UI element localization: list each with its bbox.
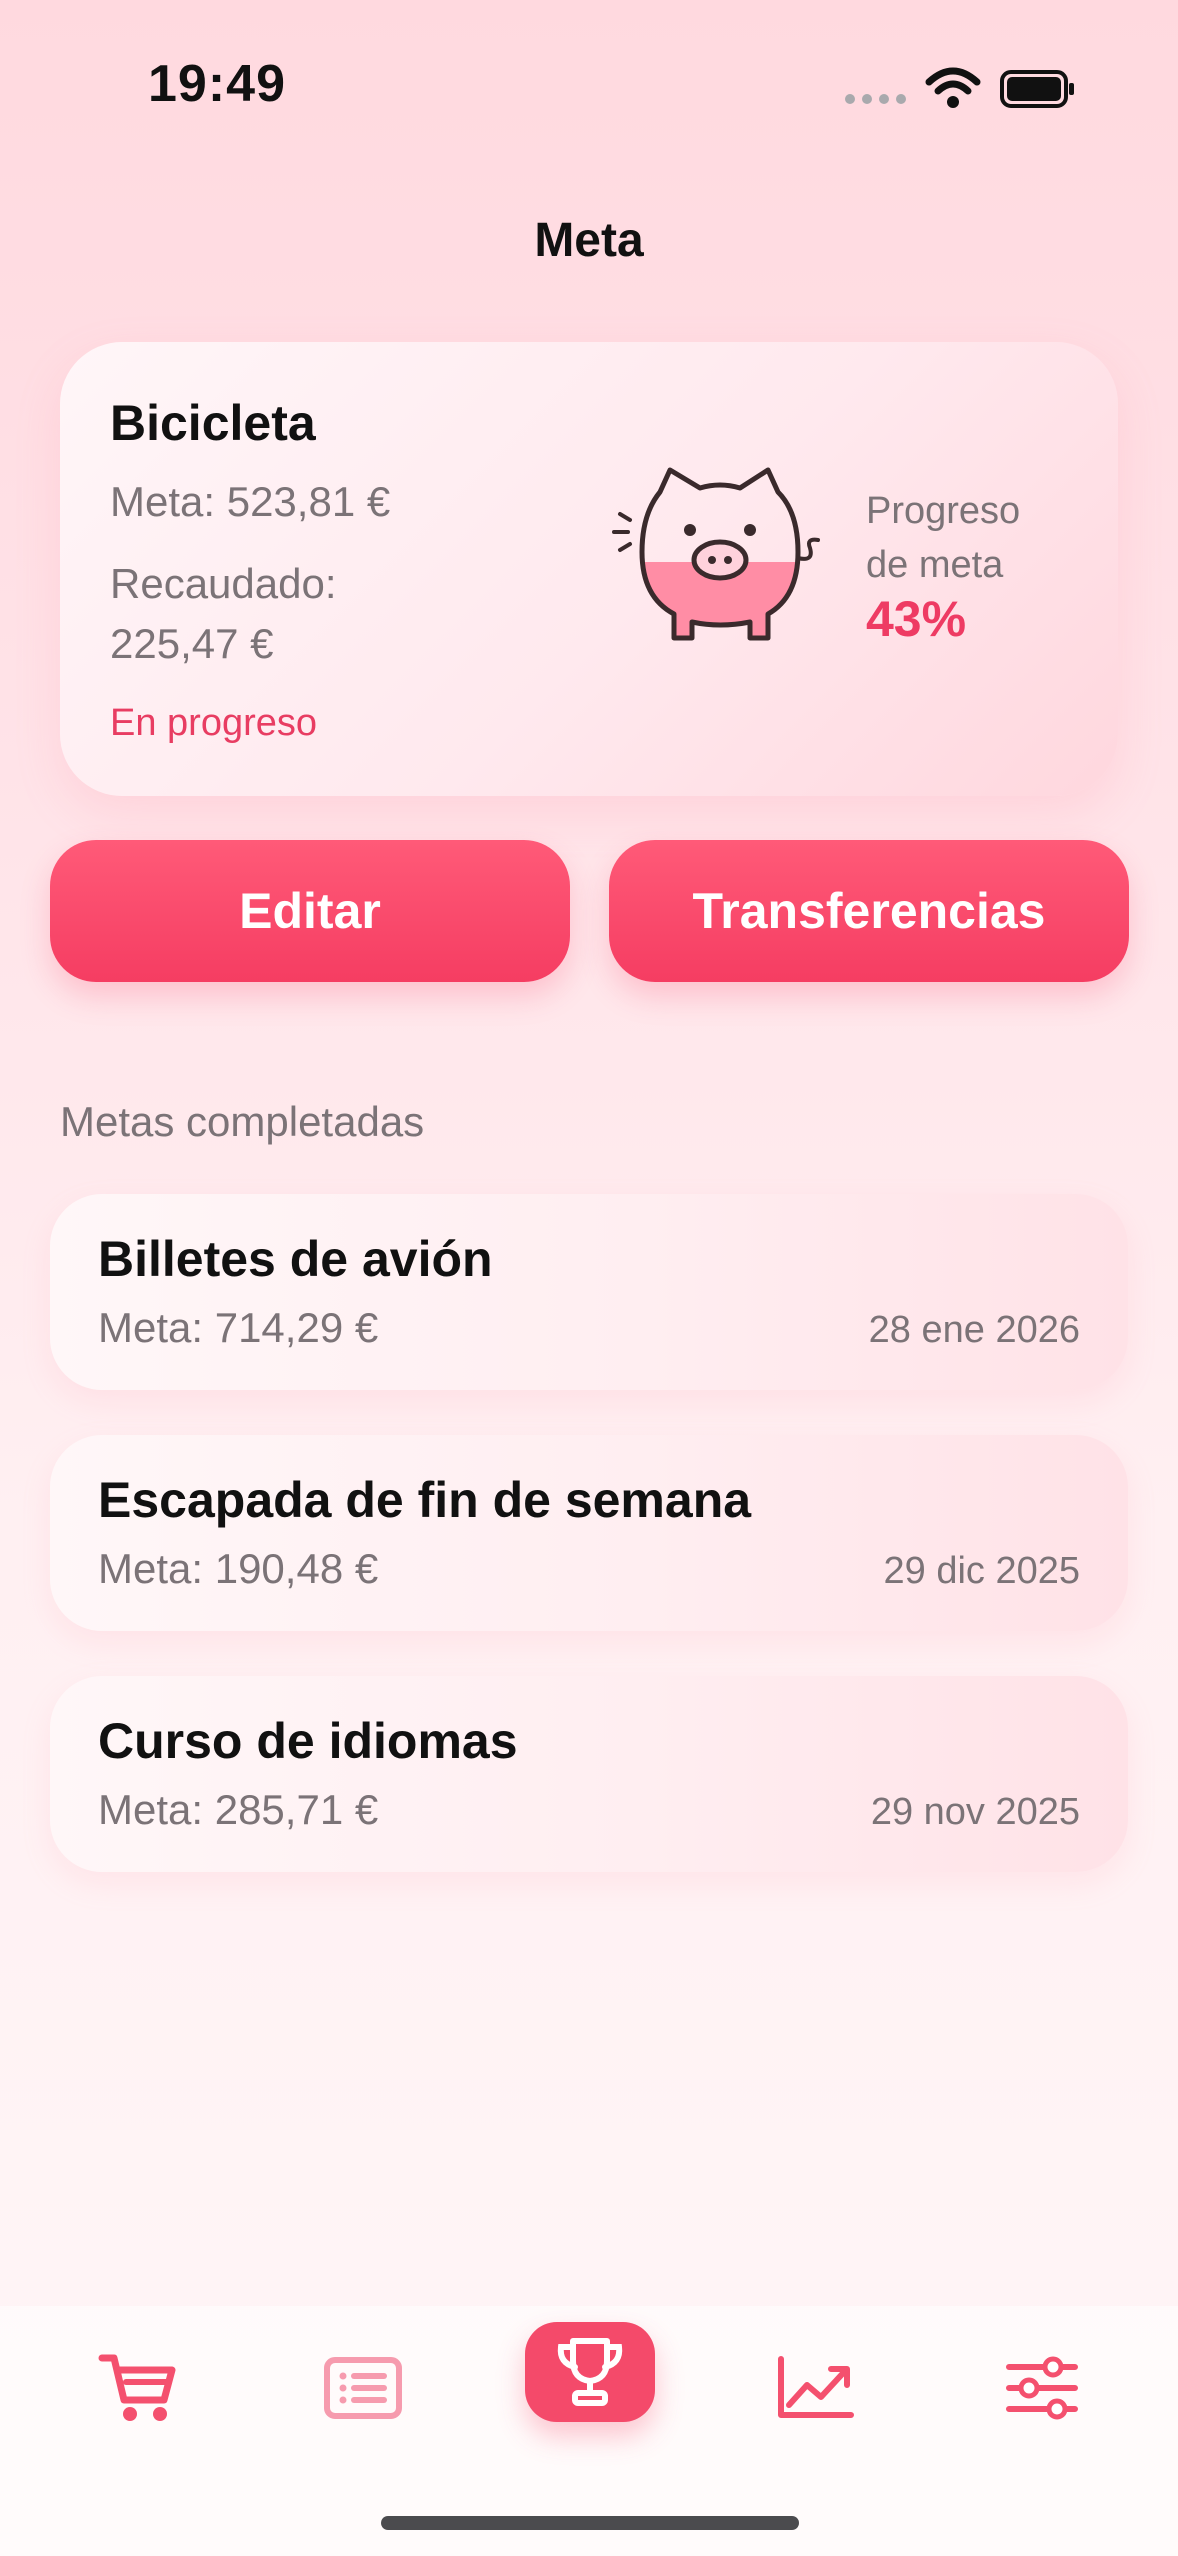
tab-goals[interactable] — [525, 2322, 655, 2422]
goal-raised-label: Recaudado: — [110, 560, 337, 607]
item-target: Meta: 190,48 € — [98, 1545, 379, 1592]
list-item[interactable]: Billetes de avión Meta: 714,29 € 28 ene … — [50, 1194, 1128, 1390]
goal-name: Bicicleta — [110, 395, 316, 451]
transfers-button[interactable]: Transferencias — [609, 840, 1129, 982]
page-title: Meta — [534, 214, 644, 267]
home-indicator[interactable] — [381, 2516, 799, 2530]
item-title: Billetes de avión — [98, 1231, 493, 1287]
goal-raised-value: 225,47 € — [110, 620, 274, 667]
list-item[interactable]: Curso de idiomas Meta: 285,71 € 29 nov 2… — [50, 1676, 1128, 1872]
item-date: 29 nov 2025 — [870, 1791, 1080, 1833]
item-date: 29 dic 2025 — [883, 1550, 1081, 1592]
tab-list[interactable] — [303, 2338, 423, 2438]
edit-button[interactable]: Editar — [50, 840, 570, 982]
list-icon — [324, 2357, 402, 2419]
chart-icon — [778, 2356, 854, 2418]
sliders-icon — [1006, 2356, 1078, 2420]
signal-icon — [845, 94, 907, 106]
battery-icon — [1000, 70, 1074, 108]
goal-target: Meta: 523,81 € — [110, 478, 391, 525]
tab-settings[interactable] — [982, 2338, 1102, 2438]
piggy-bank-icon — [612, 467, 820, 641]
item-date: 28 ene 2026 — [868, 1309, 1080, 1351]
status-time: 19:49 — [148, 55, 286, 113]
completed-section-title: Metas completadas — [60, 1098, 425, 1145]
current-goal-card[interactable]: Bicicleta Meta: 523,81 € Recaudado: 225,… — [60, 342, 1118, 796]
trophy-icon — [557, 2338, 623, 2406]
tab-stats[interactable] — [755, 2338, 875, 2438]
item-target: Meta: 285,71 € — [98, 1786, 379, 1833]
progress-value: 43% — [866, 591, 967, 647]
progress-label: Progreso de meta — [866, 490, 1021, 586]
cart-icon — [98, 2354, 176, 2421]
item-target: Meta: 714,29 € — [98, 1304, 379, 1351]
item-title: Curso de idiomas — [98, 1713, 518, 1769]
tab-cart[interactable] — [78, 2338, 198, 2438]
item-title: Escapada de fin de semana — [98, 1472, 752, 1528]
goal-status: En progreso — [110, 702, 318, 744]
list-item[interactable]: Escapada de fin de semana Meta: 190,48 €… — [50, 1435, 1128, 1631]
status-bar: 19:49 — [0, 0, 1178, 170]
wifi-icon — [925, 67, 981, 108]
